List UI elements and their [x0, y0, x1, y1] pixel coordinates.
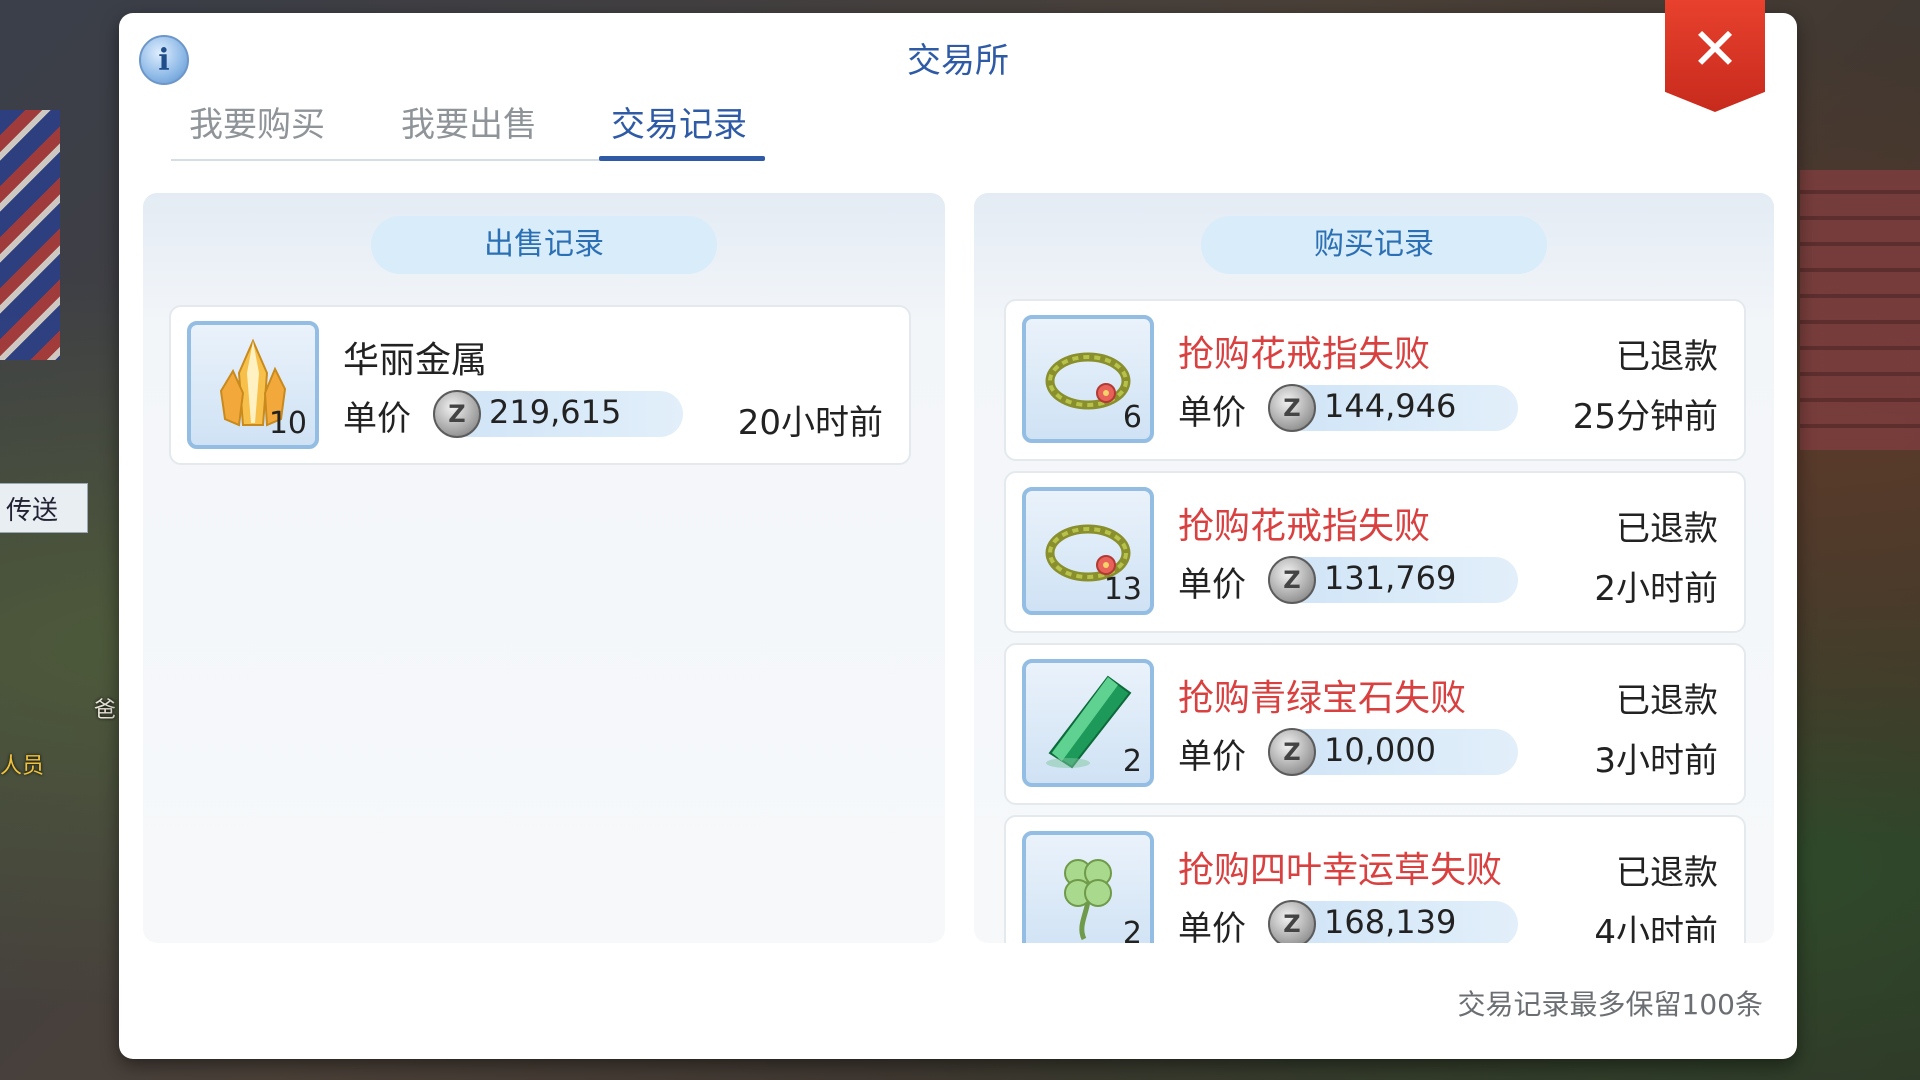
item-name: 抢购花戒指失败 [1178, 506, 1431, 547]
record-time: 4小时前 [1594, 913, 1718, 943]
unit-price-value: 144,946 [1324, 387, 1457, 425]
refund-status: 已退款 [1616, 681, 1718, 721]
unit-price-label: 单价 [1178, 909, 1246, 943]
exchange-dialog: i 交易所 ✕ 我要购买 我要出售 交易记录 出售记录 10 华丽金属 单价 Z… [119, 0, 1797, 1059]
buy-record-card[interactable]: 2 抢购四叶幸运草失败 单价 Z 168,139 已退款 4小时前 [1004, 815, 1746, 943]
zeny-coin-icon: Z [1268, 728, 1316, 776]
price-field: Z 131,769 [1268, 556, 1518, 604]
background-banner [0, 110, 60, 360]
refund-status: 已退款 [1616, 509, 1718, 549]
unit-price-label: 单价 [1178, 393, 1246, 433]
npc-name-label: 爸 [94, 698, 117, 723]
unit-price-value: 219,615 [489, 393, 622, 431]
item-slot: 6 [1022, 315, 1154, 443]
zeny-coin-icon: Z [1268, 384, 1316, 432]
tab-buy[interactable]: 我要购买 [171, 99, 343, 159]
dialog-title: 交易所 [907, 41, 1009, 81]
close-icon: ✕ [1690, 15, 1740, 83]
sell-records-panel: 出售记录 10 华丽金属 单价 Z 219,615 20小时前 [143, 193, 945, 943]
buy-record-card[interactable]: 6 抢购花戒指失败 单价 Z 144,946 已退款 25分钟前 [1004, 299, 1746, 461]
price-field: Z 168,139 [1268, 900, 1518, 943]
unit-price-value: 10,000 [1324, 731, 1436, 769]
teleport-button[interactable]: 传送 [0, 483, 88, 533]
item-name: 华丽金属 [343, 340, 488, 381]
record-time: 2小时前 [1594, 569, 1718, 609]
buy-record-card[interactable]: 2 抢购青绿宝石失败 单价 Z 10,000 已退款 3小时前 [1004, 643, 1746, 805]
item-name: 抢购青绿宝石失败 [1178, 678, 1467, 719]
tab-bar: 我要购买 我要出售 交易记录 [171, 99, 765, 161]
item-slot: 2 [1022, 659, 1154, 787]
item-quantity: 6 [1122, 400, 1142, 435]
buy-record-card[interactable]: 13 抢购花戒指失败 单价 Z 131,769 已退款 2小时前 [1004, 471, 1746, 633]
close-button[interactable]: ✕ [1665, 0, 1765, 112]
unit-price-value: 131,769 [1324, 559, 1457, 597]
tab-sell[interactable]: 我要出售 [383, 99, 555, 159]
unit-price-label: 单价 [1178, 737, 1246, 777]
refund-status: 已退款 [1616, 337, 1718, 377]
npc-name-label: 人员 [0, 754, 45, 779]
item-name: 抢购花戒指失败 [1178, 334, 1431, 375]
record-time: 3小时前 [1594, 741, 1718, 781]
unit-price-value: 168,139 [1324, 903, 1457, 941]
price-field: Z 144,946 [1268, 384, 1518, 432]
tab-trade-records[interactable]: 交易记录 [593, 99, 765, 161]
sell-records-header: 出售记录 [371, 216, 717, 274]
zeny-coin-icon: Z [1268, 900, 1316, 943]
record-time: 25分钟前 [1572, 397, 1718, 437]
item-quantity: 2 [1122, 916, 1142, 943]
sell-record-card[interactable]: 10 华丽金属 单价 Z 219,615 20小时前 [169, 305, 911, 465]
item-slot: 13 [1022, 487, 1154, 615]
item-quantity: 2 [1122, 744, 1142, 779]
footer-note: 交易记录最多保留100条 [1457, 988, 1763, 1021]
unit-price-label: 单价 [1178, 565, 1246, 605]
record-time: 20小时前 [737, 403, 883, 443]
item-slot: 2 [1022, 831, 1154, 943]
refund-status: 已退款 [1616, 853, 1718, 893]
item-quantity: 10 [268, 406, 307, 441]
zeny-coin-icon: Z [433, 390, 481, 438]
price-field: Z 219,615 [433, 390, 683, 438]
zeny-coin-icon: Z [1268, 556, 1316, 604]
buy-records-header: 购买记录 [1201, 216, 1547, 274]
item-slot: 10 [187, 321, 319, 449]
item-quantity: 13 [1103, 572, 1142, 607]
unit-price-label: 单价 [343, 399, 411, 439]
price-field: Z 10,000 [1268, 728, 1518, 776]
buy-records-panel: 购买记录 6 抢购花戒指失败 单价 Z 144,946 已退款 25分钟前 13… [974, 193, 1774, 943]
background-roof [1800, 170, 1920, 450]
item-name: 抢购四叶幸运草失败 [1178, 850, 1503, 891]
